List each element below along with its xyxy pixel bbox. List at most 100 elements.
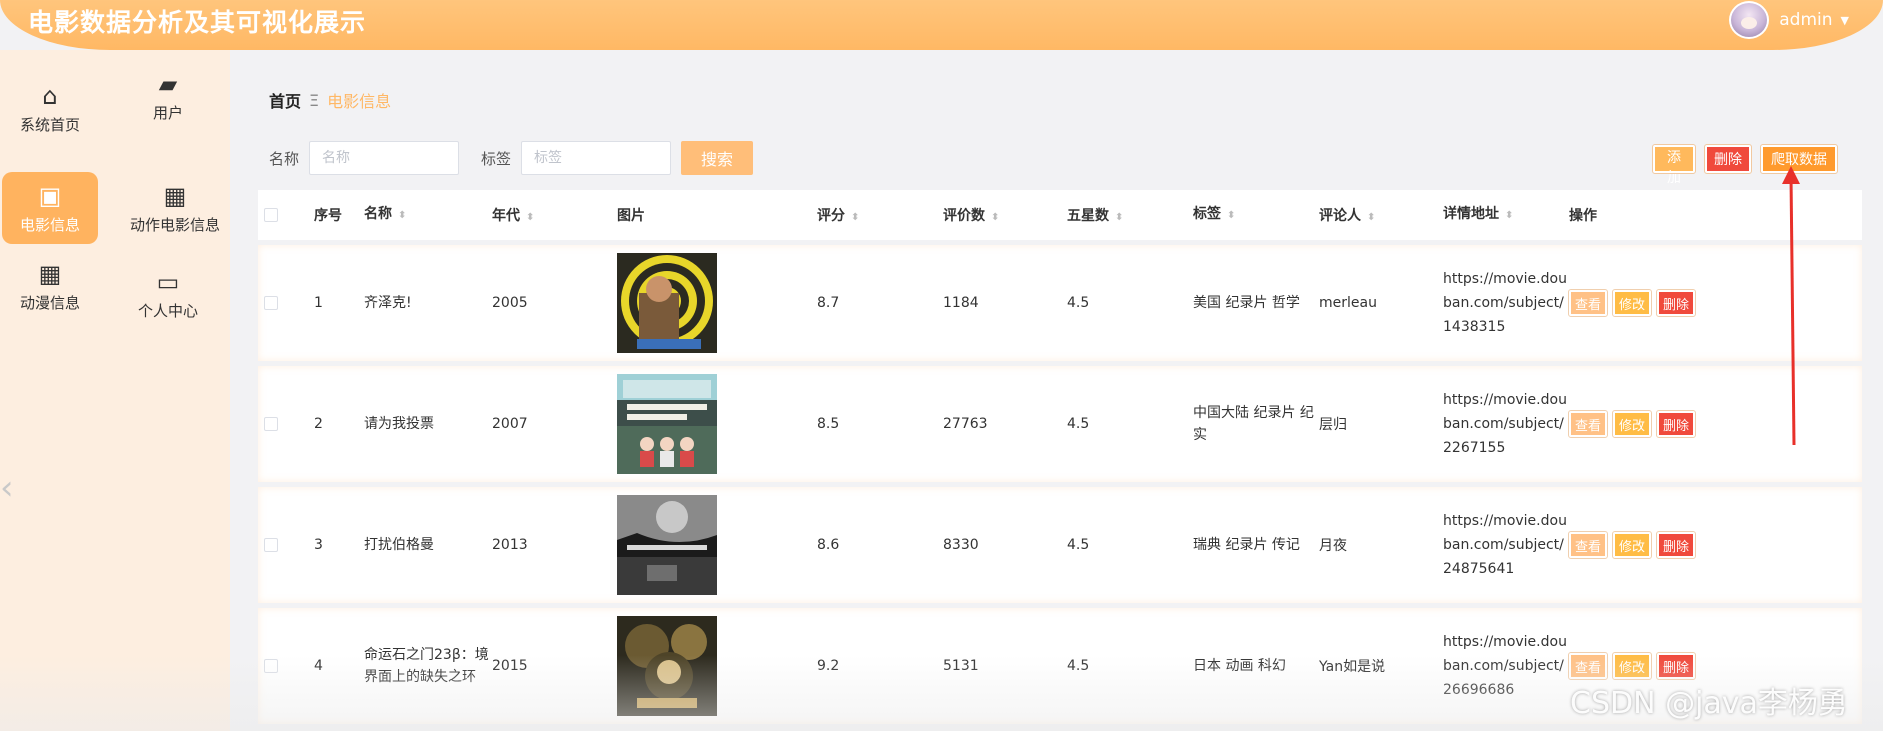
delete-button[interactable]: 删除 (1656, 289, 1697, 317)
movie-poster[interactable] (617, 253, 717, 353)
cell-name: 请为我投票 (364, 416, 434, 432)
cell-tags: 日本 动画 科幻 (1193, 658, 1286, 674)
row-checkbox[interactable] (264, 538, 278, 552)
view-button[interactable]: 查看 (1567, 289, 1609, 317)
app-title: 电影数据分析及其可视化展示 (28, 8, 367, 37)
cell-no: 1 (314, 295, 323, 311)
cell-score: 8.6 (817, 537, 840, 553)
collapse-arrow-icon[interactable]: ‹ (0, 468, 14, 508)
cell-five-star: 4.5 (1067, 295, 1090, 311)
cell-url: https://movie.douban.com/subject/2669668… (1443, 634, 1567, 698)
header-reviewer[interactable]: 评论人 ⬍ (1319, 205, 1443, 225)
breadcrumb: 首页 Ξ 电影信息 (269, 88, 391, 112)
cell-name: 齐泽克! (364, 295, 412, 311)
name-search-input[interactable] (309, 141, 460, 175)
cell-count: 5131 (943, 658, 979, 674)
cell-url: https://movie.douban.com/subject/2487564… (1443, 513, 1567, 577)
avatar[interactable] (1729, 1, 1770, 39)
cell-year: 2005 (492, 295, 528, 311)
grid-icon: ▦ (38, 259, 62, 288)
top-header: 电影数据分析及其可视化展示 admin ▼ (0, 0, 1883, 50)
header-no: 序号 (314, 208, 342, 224)
cell-ops: 查看 修改 删除 (1567, 652, 1729, 680)
cell-five-star: 4.5 (1067, 537, 1090, 553)
view-button[interactable]: 查看 (1567, 652, 1609, 680)
view-button[interactable]: 查看 (1567, 531, 1609, 559)
cell-year: 2013 (492, 537, 528, 553)
row-checkbox[interactable] (264, 417, 278, 431)
header-url[interactable]: 详情地址 ⬍ (1443, 202, 1569, 228)
cell-score: 8.7 (817, 295, 840, 311)
cell-reviewer: 层归 (1319, 417, 1347, 433)
sidebar: ⌂ 系统首页 ▰ 用户 ▣ 电影信息 ▦ 动作电影信息 ▦ 动漫信息 ▭ 个人中… (0, 50, 230, 731)
table-row: 1 齐泽克! 2005 8.7 1184 4.5 美国 纪录片 哲学 merle… (258, 245, 1862, 361)
cell-score: 8.5 (817, 416, 840, 432)
edit-button[interactable]: 修改 (1612, 652, 1653, 680)
row-checkbox[interactable] (264, 659, 278, 673)
search-button[interactable]: 搜索 (681, 141, 754, 175)
cell-ops: 查看 修改 删除 (1567, 289, 1729, 317)
sidebar-item-movies[interactable]: ▣ 电影信息 (2, 172, 98, 244)
cell-count: 27763 (943, 416, 988, 432)
crawl-data-button[interactable]: 爬取数据 (1760, 144, 1838, 174)
sidebar-item-anime[interactable]: ▦ 动漫信息 (2, 250, 98, 322)
add-button[interactable]: 添加 (1652, 144, 1696, 186)
cell-five-star: 4.5 (1067, 416, 1090, 432)
tag-search-input[interactable] (521, 141, 672, 175)
batch-delete-button[interactable]: 删除 (1704, 144, 1752, 174)
movie-poster[interactable] (617, 616, 717, 716)
cell-no: 2 (314, 416, 323, 432)
ticket-icon: ▰ (158, 69, 178, 98)
sort-icon[interactable]: ⬍ (526, 212, 534, 223)
cell-url: https://movie.douban.com/subject/2267155 (1443, 392, 1567, 456)
briefcase-icon: ▣ (38, 181, 62, 210)
username[interactable]: admin (1779, 10, 1832, 30)
header-five-star[interactable]: 五星数 ⬍ (1067, 205, 1193, 225)
row-checkbox[interactable] (264, 296, 278, 310)
edit-button[interactable]: 修改 (1612, 410, 1653, 438)
cell-no: 3 (314, 537, 323, 553)
sort-icon[interactable]: ⬍ (851, 212, 859, 223)
sort-icon[interactable]: ⬍ (1367, 212, 1375, 223)
sort-icon[interactable]: ⬍ (1115, 212, 1123, 223)
sort-icon[interactable]: ⬍ (1505, 210, 1513, 221)
sort-icon[interactable]: ⬍ (398, 210, 406, 221)
sort-icon[interactable]: ⬍ (991, 212, 999, 223)
view-button[interactable]: 查看 (1567, 410, 1609, 438)
cell-tags: 美国 纪录片 哲学 (1193, 295, 1300, 311)
cell-ops: 查看 修改 删除 (1567, 410, 1729, 438)
header-count[interactable]: 评价数 ⬍ (943, 205, 1067, 225)
header-name[interactable]: 名称 ⬍ (364, 203, 492, 227)
toolbar-actions: 添加 删除 爬取数据 (1652, 144, 1838, 186)
delete-button[interactable]: 删除 (1656, 531, 1697, 559)
header-year[interactable]: 年代 ⬍ (492, 205, 617, 225)
movie-poster[interactable] (617, 495, 717, 595)
search-bar: 名称 标签 搜索 (269, 141, 754, 175)
cell-year: 2007 (492, 416, 528, 432)
sidebar-item-user[interactable]: ▰ 用户 (120, 60, 216, 132)
cell-year: 2015 (492, 658, 528, 674)
table-header: 序号 名称 ⬍ 年代 ⬍ 图片 评分 ⬍ 评价数 ⬍ 五星数 ⬍ 标签 ⬍ 评论人 ⬍ 详情地… (258, 190, 1862, 240)
select-all-checkbox[interactable] (264, 208, 278, 222)
chevron-down-icon[interactable]: ▼ (1841, 14, 1849, 27)
edit-button[interactable]: 修改 (1612, 531, 1653, 559)
sidebar-item-label: 动漫信息 (19, 293, 80, 312)
breadcrumb-home[interactable]: 首页 (269, 88, 301, 112)
cell-image (617, 495, 817, 595)
movie-poster[interactable] (617, 374, 717, 474)
user-menu[interactable]: admin ▼ (1729, 1, 1849, 39)
sidebar-item-home[interactable]: ⌂ 系统首页 (2, 72, 98, 144)
sidebar-item-profile[interactable]: ▭ 个人中心 (120, 258, 216, 330)
sidebar-item-action-movies[interactable]: ▦ 动作电影信息 (120, 172, 230, 244)
edit-button[interactable]: 修改 (1612, 289, 1653, 317)
delete-button[interactable]: 删除 (1656, 410, 1697, 438)
breadcrumb-separator-icon: Ξ (309, 90, 320, 110)
sort-icon[interactable]: ⬍ (1227, 210, 1235, 221)
sidebar-item-label: 系统首页 (19, 115, 80, 134)
watermark: CSDN @java李杨勇 (1570, 686, 1848, 721)
cell-reviewer: Yan如是说 (1319, 659, 1386, 675)
header-tags[interactable]: 标签 ⬍ (1193, 203, 1319, 227)
delete-button[interactable]: 删除 (1656, 652, 1697, 680)
header-score[interactable]: 评分 ⬍ (817, 205, 943, 225)
cell-reviewer: 月夜 (1319, 538, 1347, 554)
